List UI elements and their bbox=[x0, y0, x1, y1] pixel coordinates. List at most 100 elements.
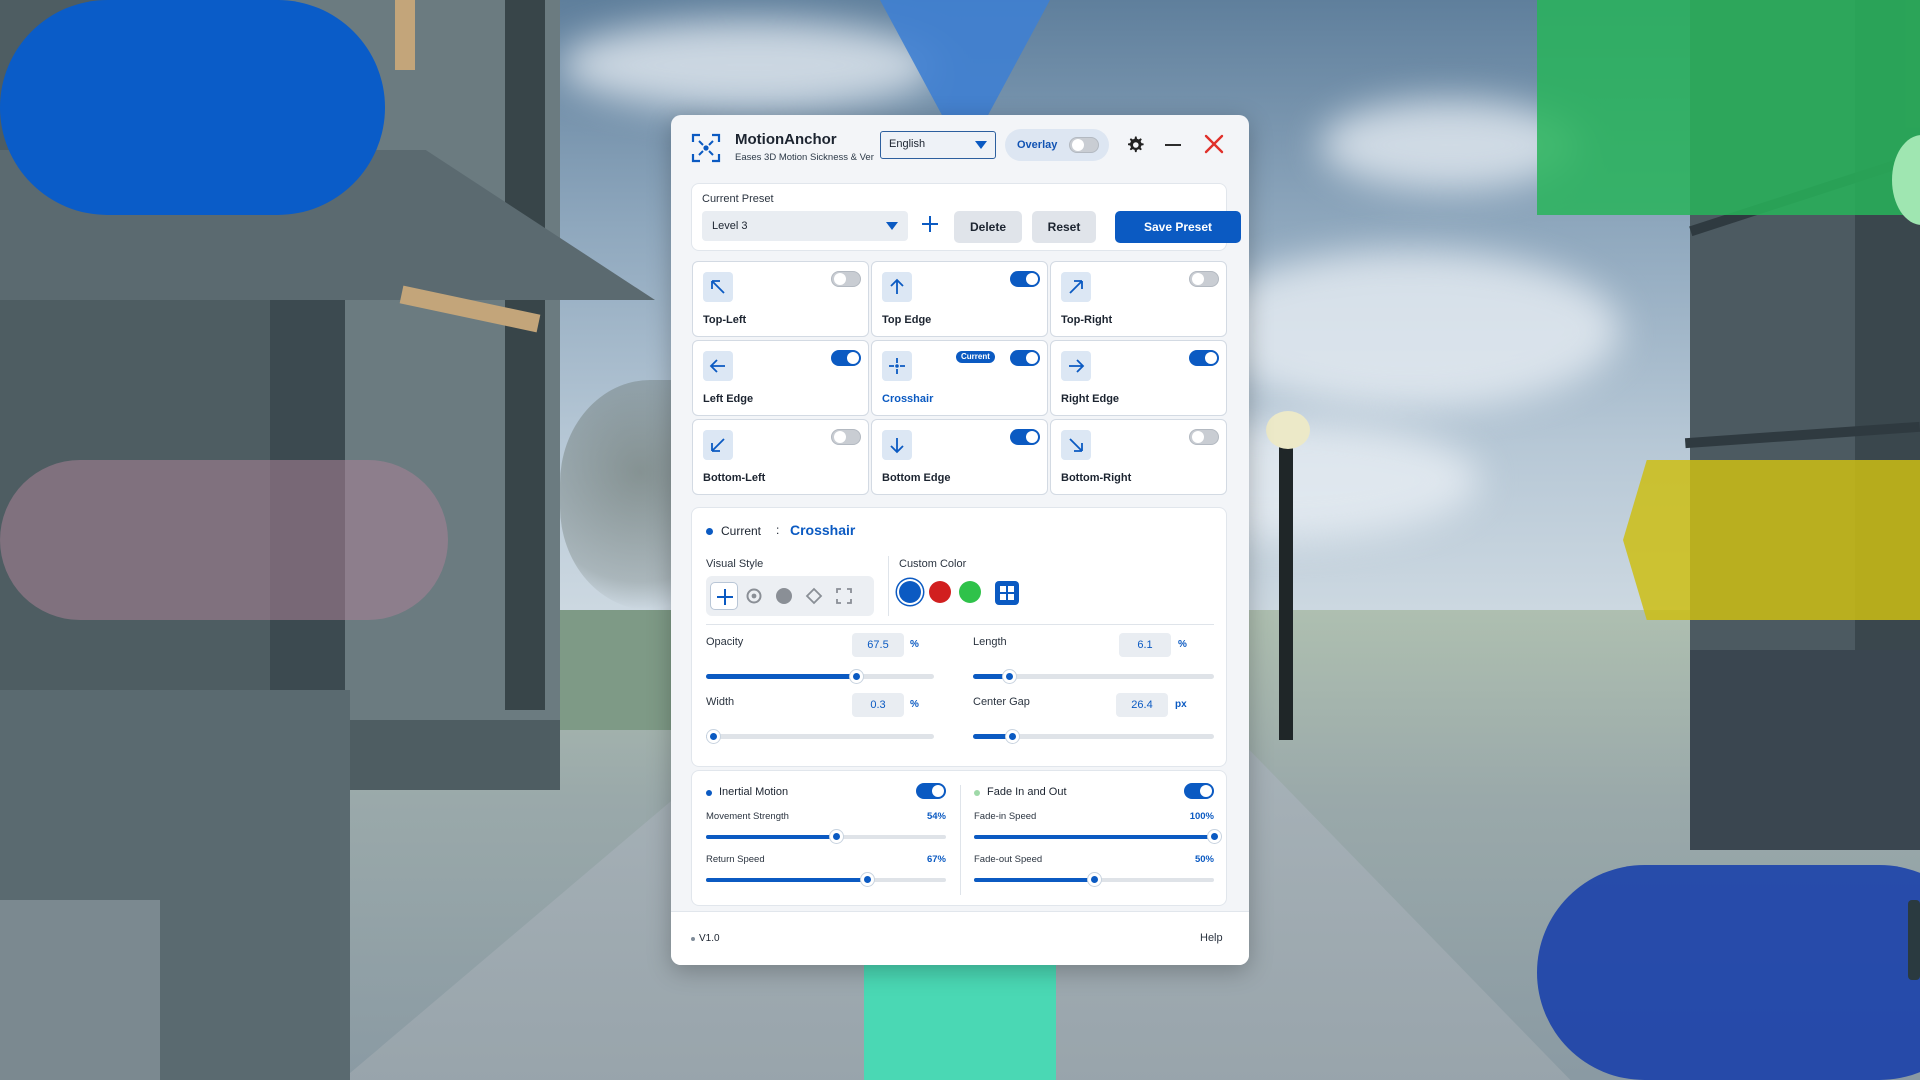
corner-brackets-icon[interactable] bbox=[830, 582, 858, 610]
overlay-bottom-right-marker bbox=[1537, 865, 1920, 1080]
slider-thumb[interactable] bbox=[859, 872, 875, 887]
length-slider[interactable] bbox=[973, 669, 1214, 684]
minimize-button[interactable] bbox=[1165, 144, 1181, 146]
arrow-right-icon bbox=[1061, 351, 1091, 381]
diamond-icon[interactable] bbox=[800, 582, 828, 610]
center-gap-label: Center Gap bbox=[973, 696, 1030, 708]
version-label: V1.0 bbox=[699, 933, 720, 944]
tile-label: Left Edge bbox=[703, 393, 754, 405]
status-dot bbox=[706, 528, 713, 535]
width-unit: % bbox=[910, 699, 919, 710]
slider-thumb[interactable] bbox=[1004, 729, 1020, 744]
tile-top-right[interactable]: Top-Right bbox=[1050, 261, 1227, 337]
dot-icon[interactable] bbox=[770, 582, 798, 610]
width-label: Width bbox=[706, 696, 735, 708]
tile-toggle[interactable] bbox=[831, 350, 861, 366]
tile-top-left[interactable]: Top-Left bbox=[692, 261, 869, 337]
tile-left-edge[interactable]: Left Edge bbox=[692, 340, 869, 416]
language-select[interactable]: English bbox=[880, 131, 996, 159]
app-subtitle: Eases 3D Motion Sickness & Ver bbox=[735, 152, 874, 163]
tile-crosshair[interactable]: Current Crosshair bbox=[871, 340, 1048, 416]
tile-bottom-right[interactable]: Bottom-Right bbox=[1050, 419, 1227, 495]
chevron-down-icon bbox=[886, 222, 898, 230]
slider-thumb[interactable] bbox=[1087, 872, 1102, 887]
movement-strength-slider[interactable] bbox=[706, 829, 946, 844]
slider-thumb[interactable] bbox=[849, 669, 865, 684]
tile-toggle[interactable] bbox=[1010, 271, 1040, 287]
add-preset-button[interactable] bbox=[918, 213, 942, 237]
crosshair-plus-icon[interactable] bbox=[710, 582, 738, 610]
width-slider[interactable] bbox=[705, 729, 934, 744]
motionanchor-window: MotionAnchor Eases 3D Motion Sickness & … bbox=[671, 115, 1249, 965]
tile-toggle[interactable] bbox=[1010, 429, 1040, 445]
fade-out-speed-slider[interactable] bbox=[974, 872, 1214, 887]
side-gauge bbox=[1908, 900, 1920, 980]
movement-strength-label: Movement Strength bbox=[706, 811, 789, 822]
tile-label: Top Edge bbox=[882, 314, 932, 326]
status-dot bbox=[706, 790, 712, 796]
center-gap-slider[interactable] bbox=[973, 729, 1214, 744]
slider-thumb[interactable] bbox=[1002, 669, 1018, 684]
reset-button[interactable]: Reset bbox=[1032, 211, 1096, 243]
color-swatch-red[interactable] bbox=[929, 581, 951, 603]
arrow-left-icon bbox=[703, 351, 733, 381]
color-palette-button[interactable] bbox=[995, 581, 1019, 605]
width-input[interactable]: 0.3 bbox=[852, 693, 904, 717]
version-dot bbox=[691, 937, 695, 941]
center-gap-input[interactable]: 26.4 bbox=[1116, 693, 1168, 717]
length-input[interactable]: 6.1 bbox=[1119, 633, 1171, 657]
ring-icon[interactable] bbox=[740, 582, 768, 610]
app-title: MotionAnchor bbox=[735, 131, 837, 148]
fade-in-speed-slider[interactable] bbox=[974, 829, 1222, 844]
return-speed-value: 67% bbox=[926, 854, 946, 865]
street-lamp bbox=[1279, 440, 1293, 740]
tile-bottom-edge[interactable]: Bottom Edge bbox=[871, 419, 1048, 495]
overlay-bottom-edge-marker bbox=[864, 960, 1056, 1080]
slider-thumb[interactable] bbox=[828, 829, 844, 844]
arrow-down-right-icon bbox=[1061, 430, 1091, 460]
tile-toggle[interactable] bbox=[1189, 271, 1219, 287]
opacity-unit: % bbox=[910, 639, 919, 650]
color-swatch-green[interactable] bbox=[959, 581, 981, 603]
current-label: Current bbox=[721, 524, 762, 538]
help-link[interactable]: Help bbox=[1200, 932, 1223, 944]
arrow-up-right-icon bbox=[1061, 272, 1091, 302]
fade-toggle[interactable] bbox=[1184, 783, 1214, 799]
opacity-label: Opacity bbox=[706, 636, 744, 648]
delete-button[interactable]: Delete bbox=[954, 211, 1022, 243]
overlay-toggle[interactable] bbox=[1069, 137, 1099, 153]
fade-title: Fade In and Out bbox=[987, 786, 1067, 798]
length-unit: % bbox=[1178, 639, 1187, 650]
tile-toggle[interactable] bbox=[831, 429, 861, 445]
gear-icon[interactable] bbox=[1125, 135, 1145, 155]
status-dot bbox=[974, 790, 980, 796]
arrow-up-left-icon bbox=[703, 272, 733, 302]
title-bar: MotionAnchor Eases 3D Motion Sickness & … bbox=[671, 115, 1249, 175]
tile-toggle[interactable] bbox=[1010, 350, 1040, 366]
color-swatch-blue[interactable] bbox=[899, 581, 921, 603]
tile-toggle[interactable] bbox=[831, 271, 861, 287]
current-position-name: Crosshair bbox=[790, 522, 856, 538]
chevron-down-icon bbox=[975, 141, 987, 149]
crosshair-icon bbox=[882, 351, 912, 381]
slider-thumb[interactable] bbox=[705, 729, 721, 744]
close-icon[interactable] bbox=[1203, 133, 1225, 155]
preset-select[interactable]: Level 3 bbox=[702, 211, 908, 241]
return-speed-slider[interactable] bbox=[706, 872, 946, 887]
tile-toggle[interactable] bbox=[1189, 350, 1219, 366]
opacity-slider[interactable] bbox=[706, 669, 934, 684]
tile-toggle[interactable] bbox=[1189, 429, 1219, 445]
save-preset-button[interactable]: Save Preset bbox=[1115, 211, 1241, 243]
fade-out-speed-label: Fade-out Speed bbox=[974, 854, 1043, 865]
overlay-toggle-group: Overlay bbox=[1005, 129, 1109, 161]
tile-label: Top-Right bbox=[1061, 314, 1113, 326]
visual-style-label: Visual Style bbox=[706, 558, 764, 570]
tile-right-edge[interactable]: Right Edge bbox=[1050, 340, 1227, 416]
opacity-input[interactable]: 67.5 bbox=[852, 633, 904, 657]
tile-bottom-left[interactable]: Bottom-Left bbox=[692, 419, 869, 495]
inertial-motion-toggle[interactable] bbox=[916, 783, 946, 799]
tile-top-edge[interactable]: Top Edge bbox=[871, 261, 1048, 337]
fade-in-speed-label: Fade-in Speed bbox=[974, 811, 1037, 822]
slider-thumb[interactable] bbox=[1207, 829, 1222, 844]
tile-label: Top-Left bbox=[703, 314, 747, 326]
